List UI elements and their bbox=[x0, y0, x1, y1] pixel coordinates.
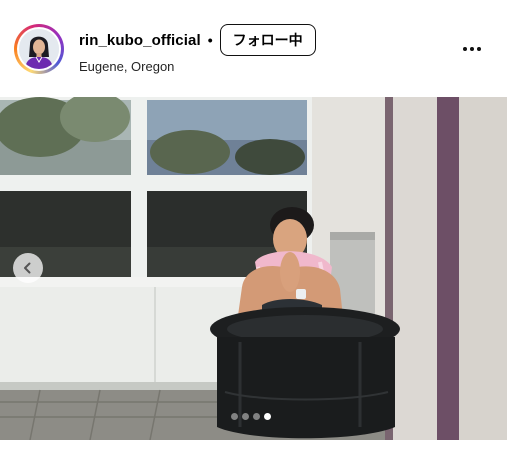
avatar-image bbox=[19, 29, 59, 69]
carousel-dot bbox=[231, 413, 238, 420]
post-photo[interactable] bbox=[0, 97, 507, 440]
post-header: rin_kubo_official • フォロー中 Eugene, Oregon bbox=[0, 0, 507, 96]
photo-illustration bbox=[0, 97, 507, 440]
more-dot bbox=[470, 47, 474, 51]
carousel-dot-active bbox=[264, 413, 271, 420]
more-dot bbox=[477, 47, 481, 51]
separator-dot: • bbox=[207, 32, 213, 48]
carousel-dot bbox=[242, 413, 249, 420]
more-dot bbox=[463, 47, 467, 51]
carousel-prev-button[interactable] bbox=[13, 253, 43, 283]
following-button[interactable]: フォロー中 bbox=[219, 24, 316, 56]
username[interactable]: rin_kubo_official bbox=[79, 32, 201, 49]
carousel-indicator bbox=[231, 413, 271, 420]
chevron-left-icon bbox=[24, 262, 31, 274]
avatar-border bbox=[17, 27, 61, 71]
user-row: rin_kubo_official • フォロー中 bbox=[79, 24, 316, 56]
location-link[interactable]: Eugene, Oregon bbox=[79, 59, 174, 74]
carousel-dot bbox=[253, 413, 260, 420]
post-footer-gap bbox=[0, 440, 507, 453]
more-horizontal-icon[interactable] bbox=[463, 41, 487, 57]
avatar[interactable] bbox=[14, 24, 64, 74]
